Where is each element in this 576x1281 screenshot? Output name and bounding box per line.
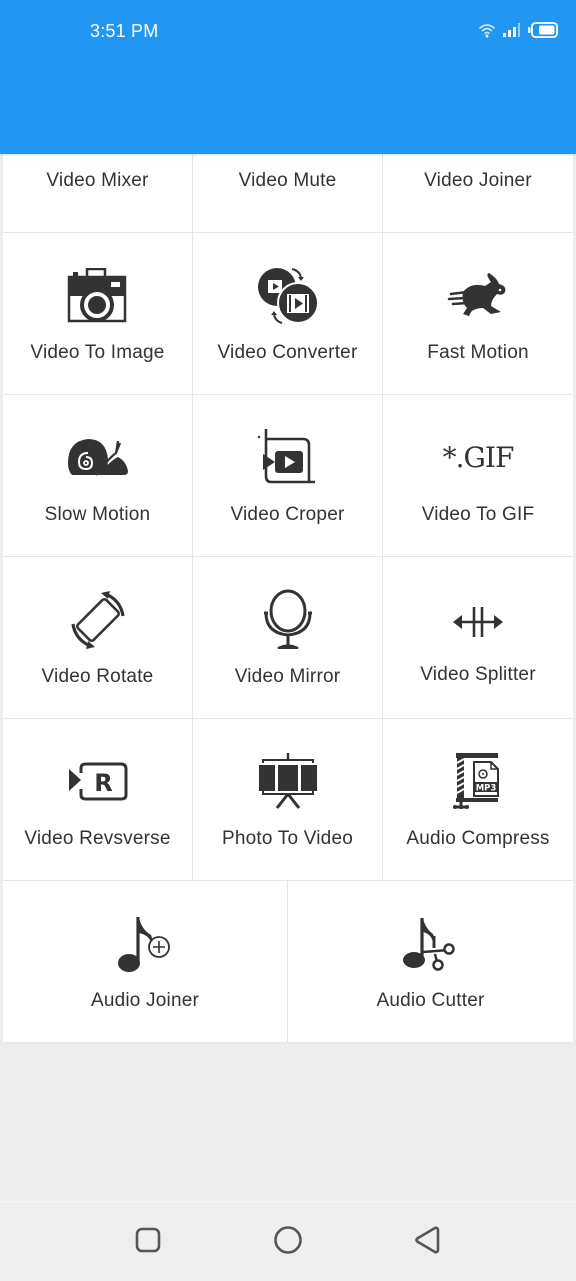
tool-label: Fast Motion: [427, 341, 529, 363]
compress-icon: MP3: [442, 750, 514, 814]
tool-video-joiner[interactable]: Video Joiner: [383, 148, 573, 233]
tool-video-mirror[interactable]: Video Mirror: [193, 557, 383, 719]
gif-icon: *.GIF: [442, 426, 515, 490]
tool-video-to-image[interactable]: Video To Image: [3, 233, 193, 395]
tool-label: Video Mirror: [234, 665, 341, 687]
tool-video-converter[interactable]: Video Converter: [193, 233, 383, 395]
home-icon: [273, 1225, 303, 1260]
tool-label: Video Croper: [230, 503, 345, 525]
signal-icon: [502, 22, 522, 38]
back-button[interactable]: [411, 1226, 443, 1258]
tools-row: Video Rotate Video Mirror Video Splitter: [3, 557, 573, 719]
slideshow-icon: [252, 750, 324, 814]
status-time: 3:51 PM: [90, 21, 159, 41]
music-cut-icon: [395, 912, 467, 976]
tool-video-croper[interactable]: Video Croper: [193, 395, 383, 557]
tool-label: Video Revsverse: [24, 827, 171, 849]
tool-label: Video Rotate: [41, 665, 154, 687]
tool-audio-compress[interactable]: MP3 Audio Compress: [383, 719, 573, 881]
tools-row: Audio Joiner Audio Cutter: [3, 881, 573, 1043]
navigation-bar: [0, 1201, 576, 1281]
snail-icon: [62, 426, 134, 490]
tool-label: Video Converter: [217, 341, 358, 363]
split-icon: [442, 590, 514, 654]
reverse-icon: R: [62, 750, 134, 814]
music-add-icon: [109, 912, 181, 976]
tool-photo-to-video[interactable]: Photo To Video: [193, 719, 383, 881]
reverse-icon-letter: R: [94, 769, 112, 797]
recents-button[interactable]: [132, 1226, 164, 1258]
wifi-icon: [478, 22, 496, 38]
tool-fast-motion[interactable]: Fast Motion: [383, 233, 573, 395]
recents-icon: [134, 1226, 162, 1259]
tool-video-mute[interactable]: Video Mute: [193, 148, 383, 233]
tool-label: Slow Motion: [44, 503, 151, 525]
tool-slow-motion[interactable]: Slow Motion: [3, 395, 193, 557]
compress-icon-label: MP3: [476, 783, 497, 793]
tool-label: Video To Image: [30, 341, 165, 363]
tool-audio-cutter[interactable]: Audio Cutter: [288, 881, 573, 1043]
tools-row: Video To Image Video Converter Fast Moti…: [3, 233, 573, 395]
tool-video-rotate[interactable]: Video Rotate: [3, 557, 193, 719]
tool-label: Audio Joiner: [90, 989, 200, 1011]
mirror-icon: [252, 588, 324, 652]
rotate-icon: [62, 588, 134, 652]
app-bar: 3:51 PM: [0, 0, 576, 154]
tools-grid: Video Mixer Video Mute Video Joiner Vide…: [3, 148, 573, 1043]
status-icons: [478, 22, 558, 38]
battery-icon: [528, 22, 558, 38]
video-convert-icon: [252, 264, 324, 328]
tool-label: Video To GIF: [421, 503, 535, 525]
tool-label: Audio Cutter: [376, 989, 485, 1011]
tool-label: Video Mixer: [46, 170, 149, 191]
tool-label: Video Joiner: [424, 170, 532, 191]
tools-row: Slow Motion Video Croper *.GIF Video To …: [3, 395, 573, 557]
tool-audio-joiner[interactable]: Audio Joiner: [3, 881, 288, 1043]
tool-label: Video Mute: [238, 170, 337, 191]
tool-video-reverse[interactable]: R Video Revsverse: [3, 719, 193, 881]
camera-icon: [62, 264, 134, 328]
tool-label: Audio Compress: [406, 827, 550, 849]
tools-row: Video Mixer Video Mute Video Joiner: [3, 148, 573, 233]
home-button[interactable]: [272, 1225, 304, 1260]
back-icon: [413, 1225, 441, 1260]
tool-label: Photo To Video: [222, 827, 353, 849]
gif-icon-text: *.GIF: [442, 441, 515, 474]
tool-label: Video Splitter: [420, 663, 536, 685]
rabbit-icon: [442, 264, 514, 328]
tool-video-mixer[interactable]: Video Mixer: [3, 148, 193, 233]
tool-video-splitter[interactable]: Video Splitter: [383, 557, 573, 719]
tools-row: R Video Revsverse Photo To Video MP3 Aud…: [3, 719, 573, 881]
crop-icon: [252, 426, 324, 490]
tool-video-to-gif[interactable]: *.GIF Video To GIF: [383, 395, 573, 557]
